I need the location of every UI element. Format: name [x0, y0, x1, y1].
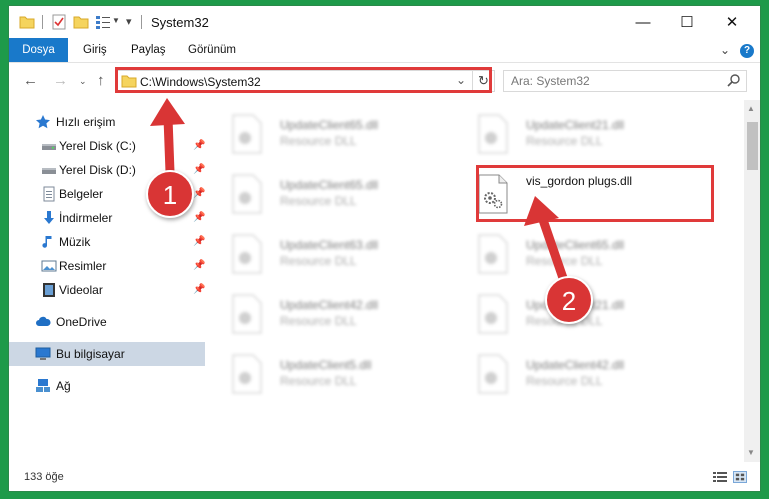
annotation-arrows — [150, 98, 568, 280]
step-badge-2: 2 — [545, 276, 593, 324]
step-badge-1: 1 — [146, 170, 194, 218]
arrow-head-1 — [150, 98, 185, 126]
arrow-head-2 — [524, 196, 559, 226]
arrow-shaft-1 — [163, 117, 175, 173]
arrow-shaft-2 — [536, 212, 568, 280]
